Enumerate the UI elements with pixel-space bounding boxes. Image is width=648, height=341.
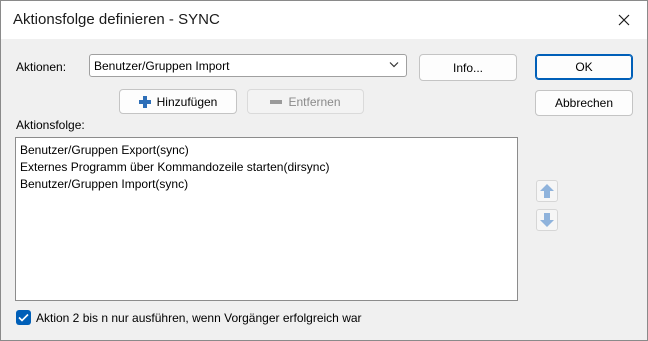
add-button[interactable]: Hinzufügen: [119, 89, 237, 114]
info-button[interactable]: Info...: [419, 54, 517, 81]
list-item[interactable]: Benutzer/Gruppen Export(sync): [20, 142, 513, 159]
dialog-window: Aktionsfolge definieren - SYNC Aktionen:…: [0, 0, 648, 341]
ok-button[interactable]: OK: [535, 54, 633, 80]
cancel-button[interactable]: Abbrechen: [535, 90, 633, 116]
chevron-down-icon: [389, 62, 399, 68]
cancel-button-label: Abbrechen: [554, 96, 614, 110]
list-item[interactable]: Externes Programm über Kommandozeile sta…: [20, 159, 513, 176]
remove-button-label: Entfernen: [288, 94, 341, 109]
move-up-button[interactable]: [536, 180, 558, 202]
minus-icon: [270, 96, 283, 108]
close-icon: [618, 14, 630, 26]
title-bar: Aktionsfolge definieren - SYNC: [1, 1, 647, 39]
remove-button[interactable]: Entfernen: [247, 89, 364, 114]
sequence-label: Aktionsfolge:: [16, 118, 85, 132]
success-only-label[interactable]: Aktion 2 bis n nur ausführen, wenn Vorgä…: [36, 311, 362, 325]
checkmark-icon: [18, 313, 29, 322]
arrow-up-icon: [540, 184, 554, 198]
list-item[interactable]: Benutzer/Gruppen Import(sync): [20, 176, 513, 193]
plus-icon: [138, 95, 151, 108]
move-down-button[interactable]: [536, 209, 558, 231]
close-button[interactable]: [601, 1, 647, 39]
actions-dropdown-value: Benutzer/Gruppen Import: [94, 59, 230, 73]
ok-button-label: OK: [575, 60, 593, 74]
actions-dropdown[interactable]: Benutzer/Gruppen Import: [89, 54, 407, 77]
info-button-label: Info...: [452, 60, 484, 75]
window-title: Aktionsfolge definieren - SYNC: [13, 11, 220, 28]
arrow-down-icon: [540, 213, 554, 227]
success-only-checkbox[interactable]: [16, 310, 31, 325]
add-button-label: Hinzufügen: [156, 94, 218, 109]
sequence-list[interactable]: Benutzer/Gruppen Export(sync) Externes P…: [15, 137, 518, 301]
actions-label: Aktionen:: [16, 60, 67, 74]
